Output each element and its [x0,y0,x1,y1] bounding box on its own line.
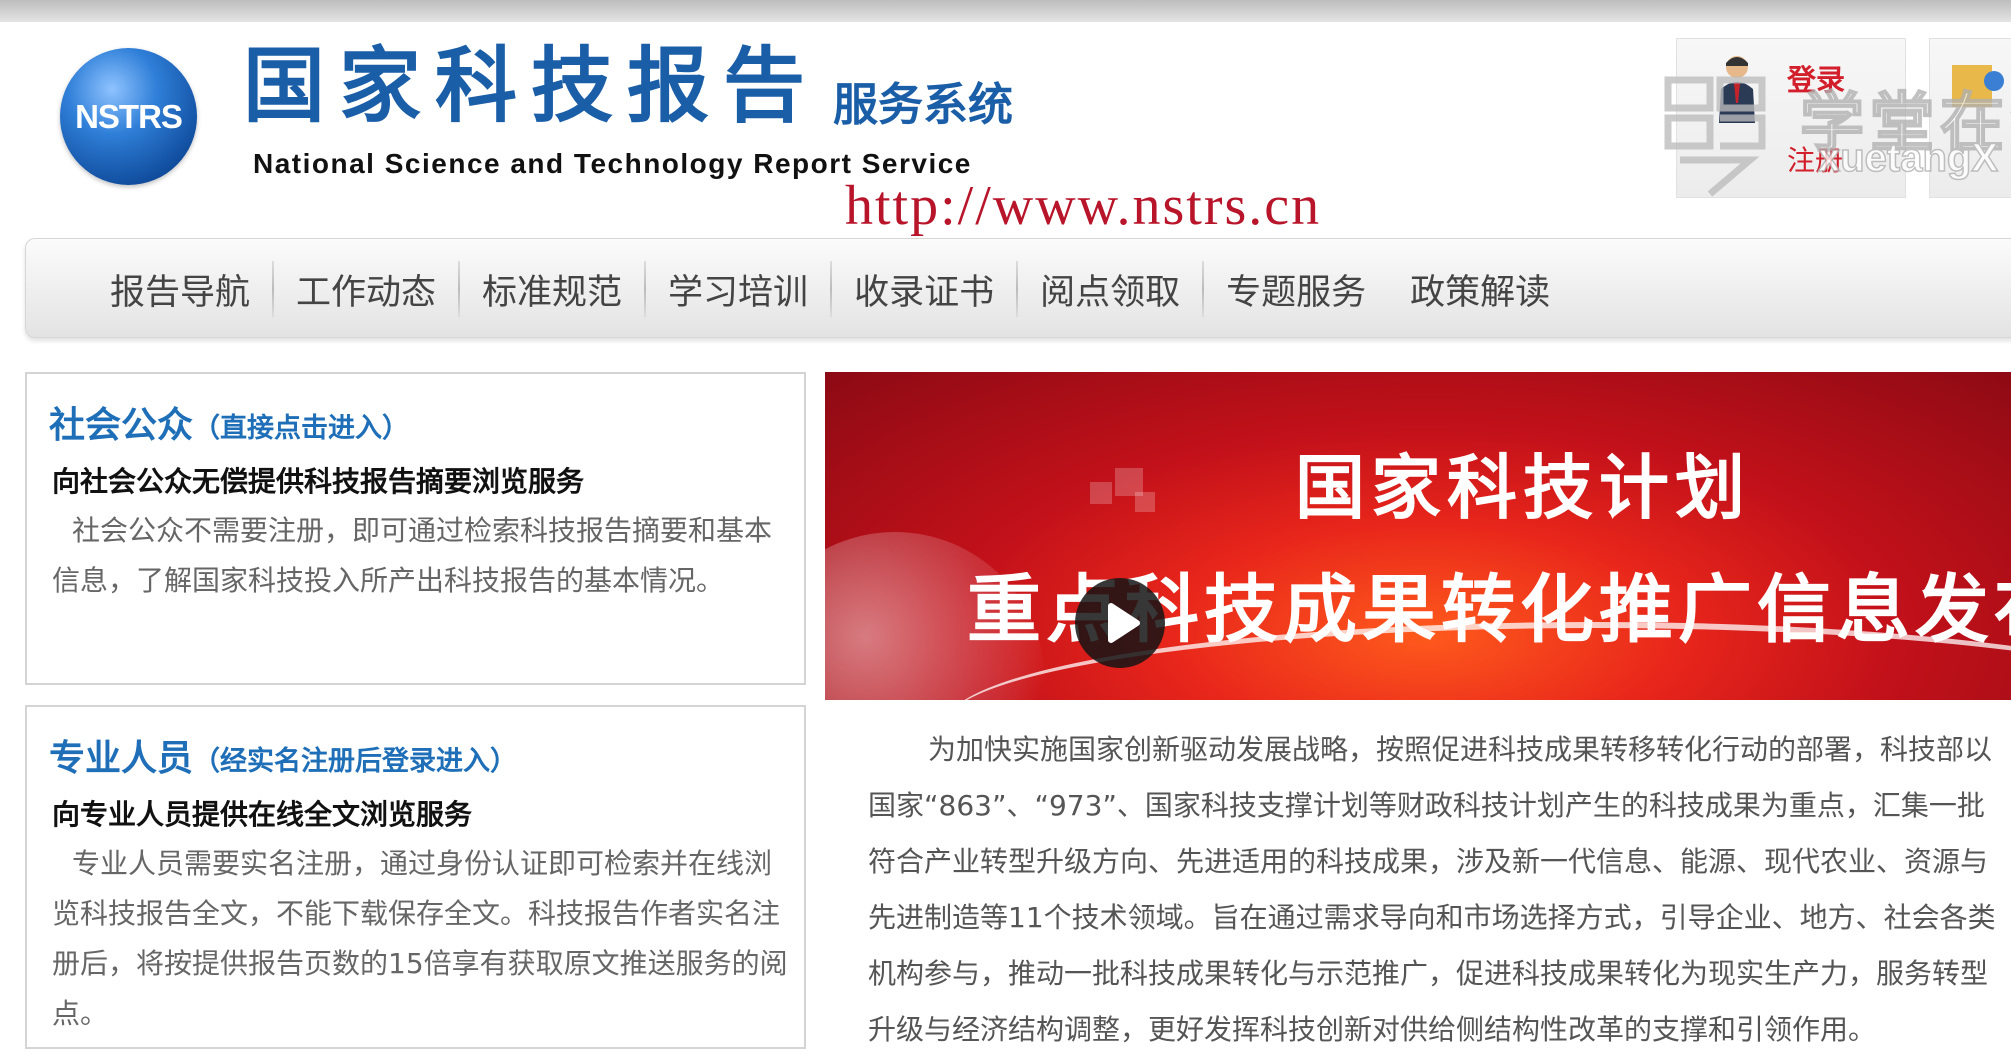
nstrs-logo[interactable]: NSTRS [60,48,197,185]
nav-item-certificate[interactable]: 收录证书 [832,264,1016,315]
article-text: 为加快实施国家创新驱动发展战略，按照促进科技成果转移转化行动的部署，科技部以国家… [868,733,1996,1046]
register-link[interactable]: 注册 [1787,139,1843,179]
panel-title-public: 社会公众 [49,405,194,446]
site-title-sub: 服务系统 [833,78,1014,131]
video-play-button[interactable] [1075,578,1165,668]
auth-box: 登录 注册 [1676,38,1906,198]
site-url: http://www.nstrs.cn [845,175,1322,237]
secondary-auth-box[interactable] [1929,38,2011,198]
nav-item-policy[interactable]: 政策解读 [1388,264,1572,315]
nav-item-standards[interactable]: 标准规范 [460,264,644,315]
folder-icon [1952,65,2004,107]
nav-item-topics[interactable]: 专题服务 [1204,264,1388,315]
panel-title-professional: 专业人员 [49,738,194,779]
nav-item-training[interactable]: 学习培训 [646,264,830,315]
main-nav: 报告导航 工作动态 标准规范 学习培训 收录证书 阅点领取 专题服务 政策解读 [25,238,2011,338]
nav-item-points[interactable]: 阅点领取 [1018,264,1202,315]
banner-headline: 国家科技计划 [1295,447,1751,529]
promo-banner[interactable]: 国家科技计划 重点科技成果转化推广信息发布 [825,372,2011,700]
user-icon [1719,56,1755,123]
site-title-cn: 国家科技报告 [243,39,820,134]
panel-body-professional: 专业人员需要实名注册，通过身份认证即可检索并在线浏览科技报告全文，不能下载保存全… [52,847,788,1030]
professional-access-panel: 专业人员（经实名注册后登录进入） 向专业人员提供在线全文浏览服务 专业人员需要实… [25,705,806,1049]
login-link[interactable]: 登录 [1787,57,1845,99]
panel-subtitle-public: 向社会公众无偿提供科技报告摘要浏览服务 [52,465,585,498]
nav-item-report-guide[interactable]: 报告导航 [88,264,272,315]
nav-item-news[interactable]: 工作动态 [274,264,458,315]
browser-top-bar [0,0,2011,22]
public-enter-link[interactable]: （直接点击进入） [193,413,409,444]
panel-subtitle-professional: 向专业人员提供在线全文浏览服务 [52,798,473,831]
public-access-panel: 社会公众（直接点击进入） 向社会公众无偿提供科技报告摘要浏览服务 社会公众不需要… [25,372,806,685]
logo-text: NSTRS [75,97,183,135]
banner-decor-square [1090,482,1112,504]
panel-body-public: 社会公众不需要注册，即可通过检索科技报告摘要和基本信息，了解国家科技投入所产出科… [52,514,773,597]
play-icon [1108,603,1140,643]
professional-login-link[interactable]: （经实名注册后登录进入） [193,746,517,777]
banner-decor-square [1135,492,1155,512]
